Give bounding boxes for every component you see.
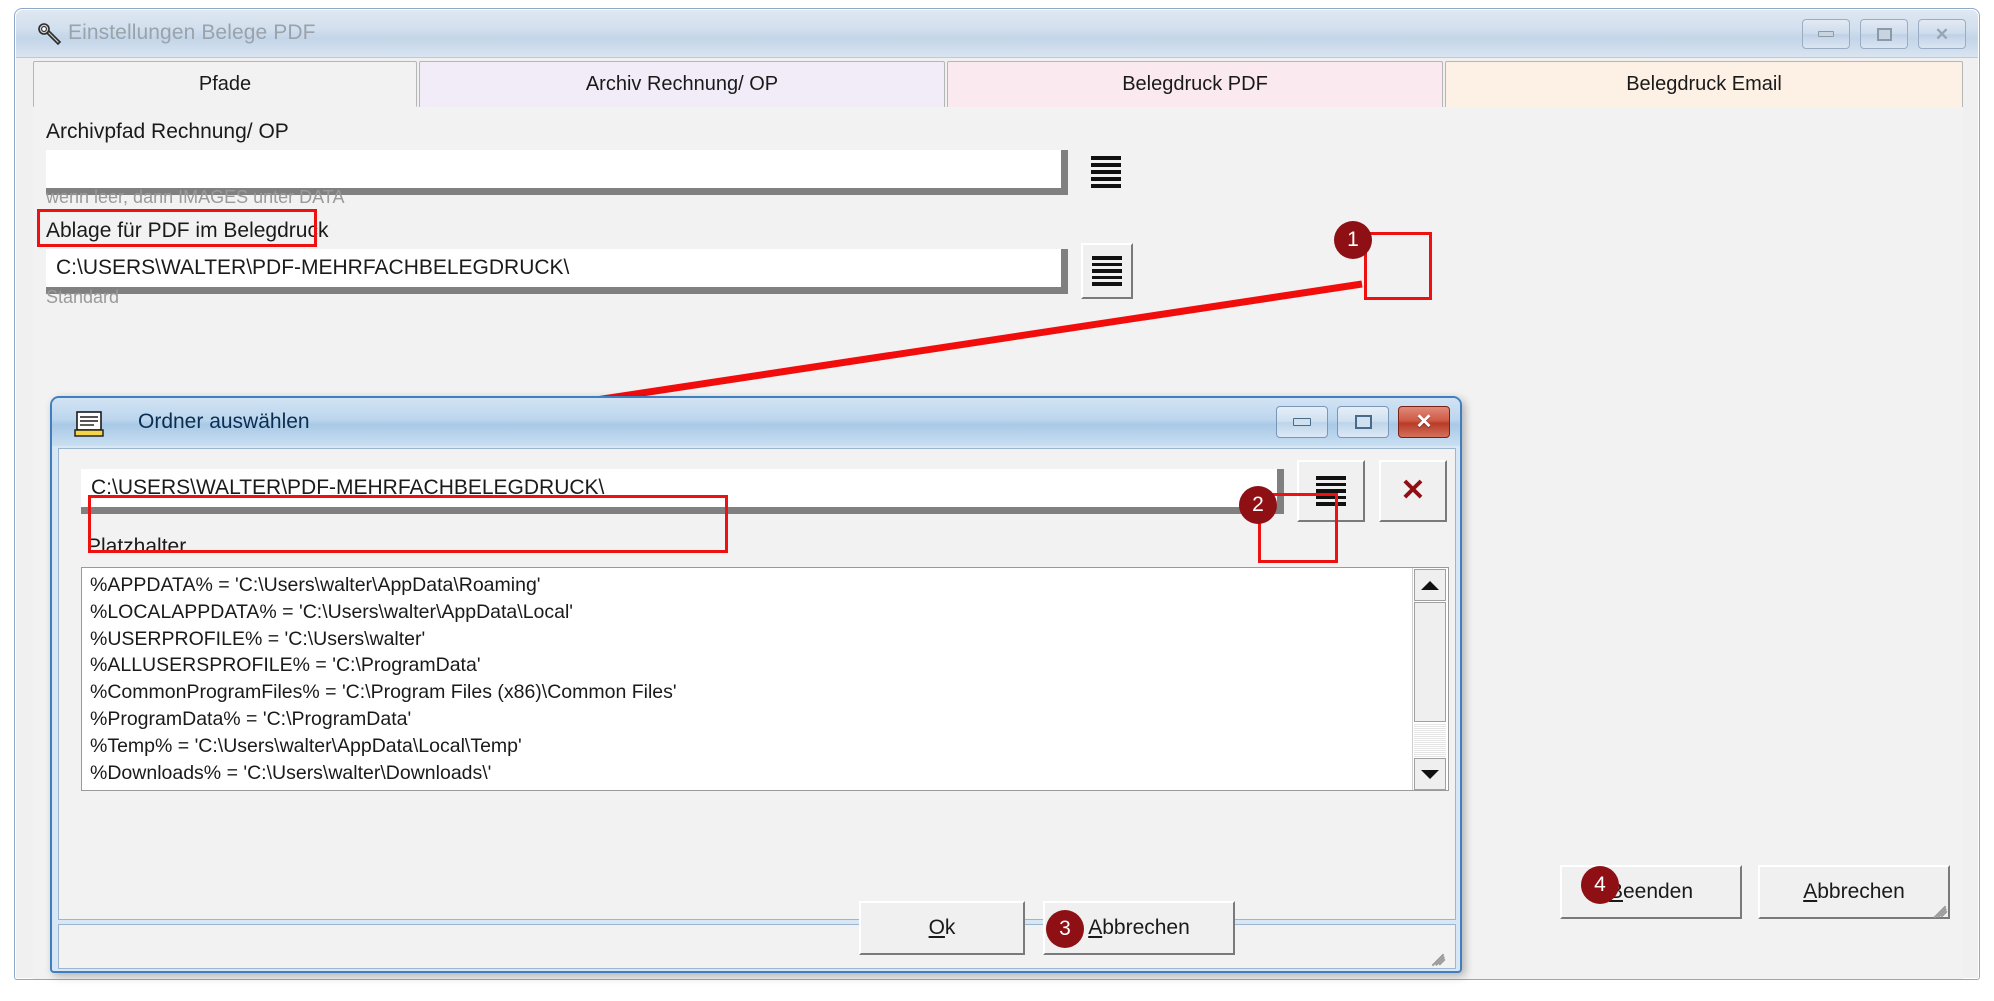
- chevron-down-icon: [1421, 769, 1439, 779]
- dialog-close-button[interactable]: ✕: [1398, 406, 1450, 438]
- list-item[interactable]: %CommonProgramFiles% = 'C:\Program Files…: [82, 679, 1412, 706]
- chevron-up-icon: [1421, 580, 1439, 590]
- list-lines-icon: [1090, 256, 1124, 286]
- x-icon: ✕: [1400, 474, 1426, 507]
- maximize-button[interactable]: [1860, 19, 1908, 49]
- list-lines-icon: [1091, 177, 1121, 181]
- maximize-icon: [1354, 415, 1372, 429]
- close-icon: ✕: [1415, 411, 1433, 433]
- minimize-button[interactable]: [1802, 19, 1850, 49]
- folder-window-icon: [74, 411, 104, 437]
- close-icon: ✕: [1934, 24, 1950, 44]
- list-lines-icon: [1091, 170, 1121, 174]
- dialog-maximize-button[interactable]: [1337, 406, 1389, 438]
- tab-label: Belegdruck PDF: [1122, 73, 1268, 95]
- tab-label: Pfade: [198, 72, 252, 95]
- platzhalter-scrollbar[interactable]: [1412, 568, 1448, 790]
- tab-pfade[interactable]: Pfade: [33, 61, 417, 107]
- platzhalter-list-inner: %APPDATA% = 'C:\Users\walter\AppData\Roa…: [82, 568, 1412, 790]
- ok-label: Ok: [928, 916, 956, 939]
- wrench-icon: [38, 23, 62, 46]
- list-lines-icon: [1091, 184, 1121, 188]
- scroll-up-button[interactable]: [1414, 569, 1446, 601]
- dialog-ok-button[interactable]: Ok: [859, 901, 1025, 955]
- ordner-auswaehlen-dialog: Ordner auswählen ✕ C:\USERS\WALTER\PDF-M…: [50, 396, 1462, 973]
- list-lines-icon: [1314, 476, 1348, 506]
- dialog-clear-button[interactable]: ✕: [1379, 460, 1447, 522]
- beenden-label: Beenden: [1609, 880, 1694, 903]
- tab-label: Archiv Rechnung/ OP: [585, 73, 779, 95]
- maximize-icon: [1876, 27, 1892, 41]
- dialog-browse-button[interactable]: [1297, 460, 1365, 522]
- scrollbar-thumb[interactable]: [1414, 602, 1446, 722]
- platzhalter-label: Platzhalter: [87, 535, 187, 558]
- dialog-minimize-button[interactable]: [1276, 406, 1328, 438]
- ablage-pdf-label: Ablage für PDF im Belegdruck: [46, 219, 329, 242]
- list-item[interactable]: %LOCALAPPDATA% = 'C:\Users\walter\AppDat…: [82, 599, 1412, 626]
- scroll-down-button[interactable]: [1414, 758, 1446, 790]
- tab-belegdruck-email[interactable]: Belegdruck Email: [1445, 61, 1963, 107]
- main-resize-grip[interactable]: [1931, 897, 1951, 919]
- dialog-resize-grip[interactable]: [1429, 945, 1449, 967]
- list-item[interactable]: %ProgramData% = 'C:\ProgramData': [82, 706, 1412, 733]
- scrollbar-track[interactable]: [1414, 723, 1446, 757]
- tab-archiv-rechnung-op[interactable]: Archiv Rechnung/ OP: [419, 61, 945, 107]
- annotation-badge-1: 1: [1334, 221, 1372, 259]
- abbrechen-button-main[interactable]: Abbrechen: [1758, 865, 1950, 919]
- minimize-icon: [1293, 418, 1311, 426]
- abbrechen-label: Abbrechen: [1803, 880, 1905, 903]
- archivpfad-label: Archivpfad Rechnung/ OP: [46, 120, 289, 143]
- dialog-title: Ordner auswählen: [138, 410, 310, 433]
- tab-belegdruck-pdf[interactable]: Belegdruck PDF: [947, 61, 1443, 107]
- tab-label: Belegdruck Email: [1626, 73, 1782, 95]
- minimize-icon: [1818, 31, 1834, 37]
- dialog-window-controls: ✕: [1276, 406, 1450, 438]
- list-item[interactable]: %Downloads% = 'C:\Users\walter\Downloads…: [82, 760, 1412, 787]
- archivpfad-browse-button[interactable]: [1083, 151, 1129, 193]
- platzhalter-list[interactable]: %APPDATA% = 'C:\Users\walter\AppData\Roa…: [81, 567, 1449, 791]
- list-lines-icon: [1091, 163, 1121, 167]
- list-lines-icon: [1091, 156, 1121, 160]
- dialog-titlebar: Ordner auswählen ✕: [52, 398, 1460, 446]
- annotation-badge-2: 2: [1239, 486, 1277, 524]
- dialog-footer: Ok Abbrechen: [58, 901, 1456, 969]
- main-window-controls: ✕: [1802, 19, 1966, 49]
- main-titlebar: Einstellungen Belege PDF ✕: [16, 10, 1978, 58]
- archivpfad-hint: wenn leer, dann IMAGES unter DATA: [46, 187, 345, 207]
- annotation-badge-3: 3: [1046, 910, 1084, 948]
- abbrechen-label: Abbrechen: [1088, 916, 1190, 939]
- annotation-badge-4: 4: [1581, 866, 1619, 904]
- ablage-pdf-input[interactable]: [46, 249, 1061, 294]
- main-window-title: Einstellungen Belege PDF: [68, 21, 316, 44]
- screen-root: Einstellungen Belege PDF ✕ Pfade Archiv …: [0, 0, 1994, 1001]
- list-item[interactable]: %ALLUSERSPROFILE% = 'C:\ProgramData': [82, 652, 1412, 679]
- list-item[interactable]: %USERPROFILE% = 'C:\Users\walter': [82, 626, 1412, 653]
- dialog-path-input[interactable]: [81, 469, 1277, 514]
- ablage-pdf-browse-button[interactable]: [1081, 243, 1133, 299]
- ablage-pdf-hint: Standard: [46, 287, 120, 307]
- close-button[interactable]: ✕: [1918, 19, 1966, 49]
- list-item[interactable]: %APPDATA% = 'C:\Users\walter\AppData\Roa…: [82, 572, 1412, 599]
- list-item[interactable]: %Temp% = 'C:\Users\walter\AppData\Local\…: [82, 733, 1412, 760]
- tab-strip: Pfade Archiv Rechnung/ OP Belegdruck PDF…: [33, 61, 1963, 107]
